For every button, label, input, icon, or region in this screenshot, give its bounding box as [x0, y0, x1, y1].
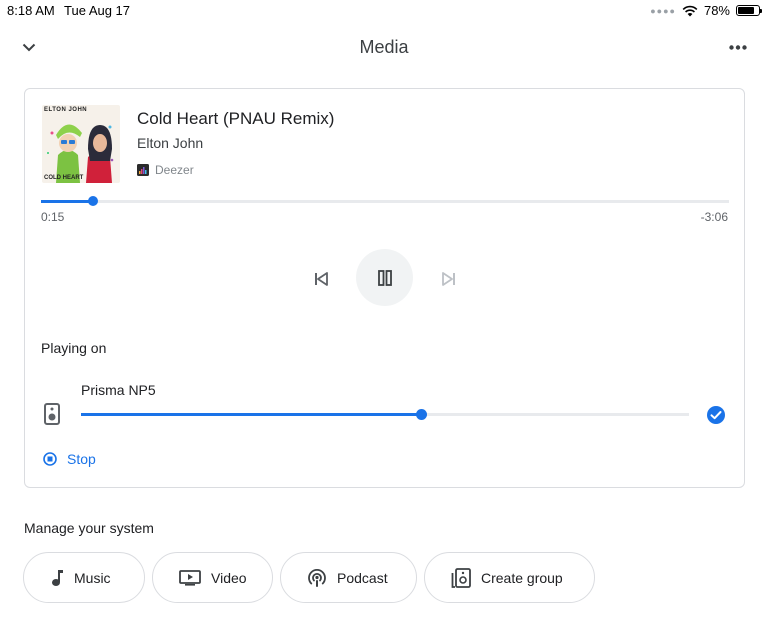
status-indicators: ●●●● 78% — [650, 3, 762, 18]
album-art-illustration — [42, 105, 120, 183]
music-chip[interactable]: Music — [23, 552, 145, 603]
playback-progress-fill — [41, 200, 93, 203]
album-art-text: ELTON JOHN — [44, 107, 88, 113]
pause-button[interactable] — [356, 249, 413, 306]
create-group-chip[interactable]: Create group — [424, 552, 595, 603]
playback-progress-bar[interactable] — [41, 196, 729, 206]
video-chip-label: Video — [211, 569, 247, 586]
page-title: Media — [359, 37, 409, 57]
stop-button[interactable]: Stop — [43, 451, 96, 467]
device-selected-check-icon[interactable] — [706, 405, 726, 425]
more-options-button[interactable] — [724, 36, 752, 58]
deezer-logo-icon — [137, 164, 149, 176]
stop-icon — [43, 452, 57, 466]
battery-percent: 78% — [703, 3, 730, 18]
status-time: 8:18 AM — [7, 3, 55, 18]
video-icon — [179, 569, 201, 586]
album-art: ELTON JOHN COLD HEART — [42, 105, 120, 183]
track-title: Cold Heart (PNAU Remix) — [137, 109, 335, 128]
status-date: Tue Aug 17 — [64, 3, 131, 18]
volume-slider-thumb[interactable] — [416, 409, 428, 420]
skip-previous-icon — [315, 272, 328, 286]
media-card: ELTON JOHN COLD HEART Cold Heart (PNAU R… — [24, 88, 745, 488]
pause-icon — [377, 269, 392, 286]
stop-label: Stop — [67, 451, 96, 467]
skip-next-icon — [442, 272, 455, 286]
album-art-caption: COLD HEART — [44, 175, 84, 181]
more-horizontal-icon — [729, 44, 747, 50]
device-name: Prisma NP5 — [81, 382, 156, 398]
app-header: Media — [0, 28, 768, 68]
manage-system-label: Manage your system — [24, 520, 154, 536]
status-bar: 8:18 AM Tue Aug 17 ●●●● 78% — [0, 0, 768, 22]
source-row: Deezer — [137, 163, 194, 177]
create-group-chip-label: Create group — [481, 569, 563, 586]
next-track-button[interactable] — [437, 267, 461, 291]
podcast-icon — [308, 568, 326, 587]
speaker-group-icon — [451, 567, 471, 588]
wifi-icon — [682, 5, 698, 16]
podcast-chip[interactable]: Podcast — [280, 552, 417, 603]
time-elapsed: 0:15 — [41, 210, 65, 224]
podcast-chip-label: Podcast — [337, 569, 388, 586]
battery-icon — [736, 5, 762, 16]
previous-track-button[interactable] — [309, 267, 333, 291]
track-artist: Elton John — [137, 135, 204, 151]
volume-slider-fill — [81, 413, 422, 416]
cellular-signal-icon: ●●●● — [650, 5, 676, 16]
battery-fill — [738, 7, 754, 14]
music-chip-label: Music — [74, 569, 111, 586]
playing-on-label: Playing on — [41, 340, 107, 356]
playback-progress-thumb[interactable] — [87, 196, 98, 206]
source-label: Deezer — [155, 163, 194, 177]
speaker-icon — [44, 403, 60, 425]
video-chip[interactable]: Video — [152, 552, 273, 603]
volume-slider[interactable] — [81, 409, 689, 420]
music-note-icon — [52, 569, 63, 586]
time-remaining: -3:06 — [700, 210, 728, 224]
